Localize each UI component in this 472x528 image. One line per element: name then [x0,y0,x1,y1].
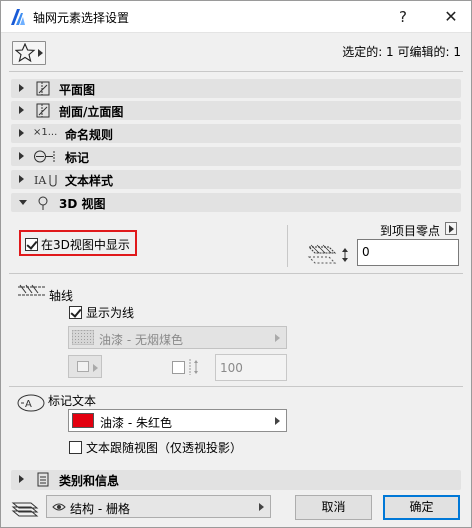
floor-plan-icon [36,81,50,96]
line-type-swatch [77,361,89,372]
help-button[interactable]: ? [389,5,417,29]
surface-material-dropdown[interactable]: 油漆 - 无烟煤色 [68,326,287,349]
marker-icon [34,150,55,163]
layers-icon [11,502,39,517]
dialog-window: 轴网元素选择设置 ? ✕ 选定的: 1 可编辑的: 1 平面图 剖面/立面图 ×… [0,0,472,528]
star-icon [15,43,36,63]
elevation-icon [307,244,348,264]
cancel-button[interactable]: 取消 [295,495,372,520]
svg-text:A: A [25,399,32,410]
close-button[interactable]: ✕ [437,5,465,29]
checkbox-label: 显示为线 [86,306,135,320]
show-in-3d-checkbox[interactable]: 在3D视图中显示 [19,230,137,256]
checkbox-label: 文本跟随视图（仅透视投影） [86,441,243,455]
dropdown-value: 油漆 - 无烟煤色 [99,333,183,347]
gridline-section-label: 轴线 [49,289,74,303]
expand-arrow-icon [19,106,24,114]
text-follow-view-checkbox[interactable]: 文本跟随视图（仅透视投影） [69,439,242,456]
chevron-right-icon [93,364,98,372]
checkbox-label: 在3D视图中显示 [41,238,130,252]
checkbox-box[interactable] [25,238,38,251]
checkbox-box[interactable] [69,441,82,454]
panel-marker[interactable]: 标记 [11,147,461,166]
panel-text-style[interactable]: IA 文本样式 [11,170,461,189]
panel-floor-plan[interactable]: 平面图 [11,79,461,98]
selection-info: 选定的: 1 可编辑的: 1 [342,45,461,59]
panel-section-elevation[interactable]: 剖面/立面图 [11,101,461,120]
panel-label: 命名规则 [65,128,114,142]
to-project-zero-label: 到项目零点 [380,224,441,238]
expand-arrow-icon [19,175,24,183]
expand-arrow-icon [19,152,24,160]
panel-category-info[interactable]: 类别和信息 [11,470,461,490]
dropdown-arrow-icon [275,417,280,425]
collapse-arrow-icon [19,200,27,205]
marker-material-dropdown[interactable]: 油漆 - 朱红色 [68,409,287,432]
favorites-button[interactable] [12,41,46,65]
text-style-icon: IA [34,174,57,187]
panel-label: 类别和信息 [59,474,120,488]
material-color-swatch [72,413,94,428]
gridline-icon [18,284,46,296]
line-type-button[interactable] [68,355,102,378]
thickness-checkbox[interactable] [172,361,185,374]
panel-label: 标记 [65,151,90,165]
dropdown-arrow-icon [275,334,280,342]
elevation-input[interactable]: 0 [357,239,459,266]
marker-text-icon: A [17,394,45,412]
section-elevation-icon [36,103,50,118]
panel-3d-view[interactable]: 3D 视图 [11,193,461,212]
panel-label: 剖面/立面图 [59,105,124,119]
separator [9,71,463,72]
panel-label: 3D 视图 [59,197,106,211]
layer-dropdown[interactable]: 结构 - 栅格 [46,495,271,518]
thickness-icon [189,359,198,375]
expand-arrow-icon [19,129,24,137]
panel-naming-rule[interactable]: ×1... 命名规则 [11,124,461,143]
dialog-footer: 结构 - 栅格 取消 确定 [1,489,471,527]
chevron-right-icon [38,49,43,57]
separator [9,386,463,387]
title-bar: 轴网元素选择设置 ? ✕ [1,1,471,33]
dropdown-arrow-icon [259,503,264,511]
3d-view-icon [38,196,48,210]
marker-text-section-label: 标记文本 [48,394,97,408]
to-project-zero-button[interactable] [445,222,457,235]
window-title: 轴网元素选择设置 [33,11,130,25]
expand-arrow-icon [19,475,24,483]
material-swatch-icon [72,330,94,345]
dropdown-value: 油漆 - 朱红色 [100,416,172,430]
dropdown-value: 结构 - 栅格 [70,502,130,516]
show-as-line-checkbox[interactable]: 显示为线 [69,304,134,321]
separator [9,273,463,274]
naming-rule-icon: ×1... [33,127,58,138]
expand-arrow-icon [19,84,24,92]
thickness-input[interactable]: 100 [215,354,287,381]
ok-button[interactable]: 确定 [383,495,460,520]
vertical-divider [287,225,288,267]
panel-label: 平面图 [59,83,96,97]
panel-label: 文本样式 [65,174,114,188]
checkbox-box[interactable] [69,306,82,319]
archicad-app-icon [11,9,25,25]
category-info-icon [37,472,49,487]
eye-icon [52,503,66,511]
svg-text:IA: IA [34,174,47,187]
